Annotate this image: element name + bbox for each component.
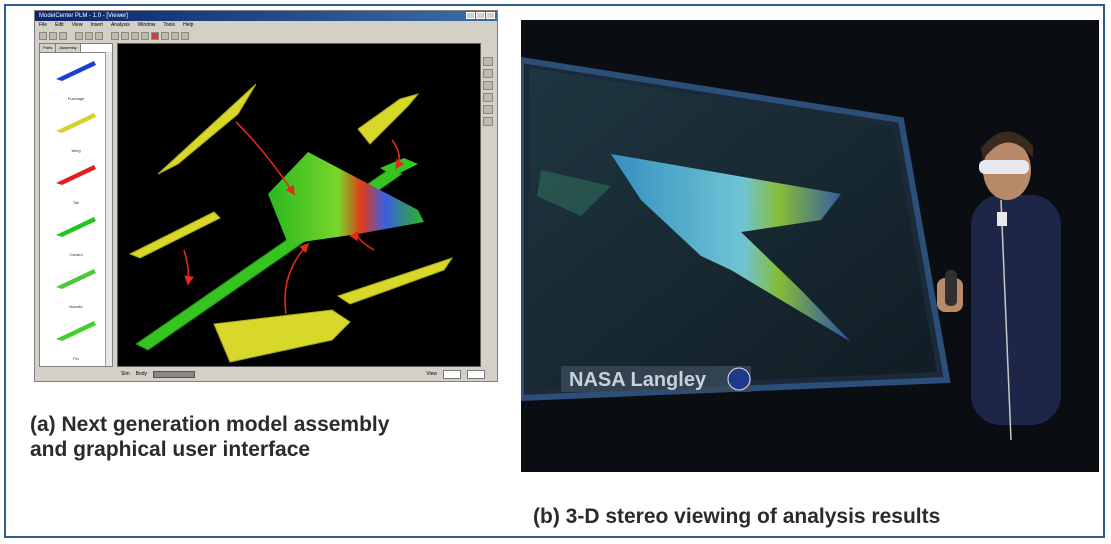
part-shape bbox=[56, 61, 96, 81]
component-label: Fuselage bbox=[67, 96, 85, 101]
view-tools bbox=[483, 57, 495, 126]
menu-window[interactable]: Window bbox=[138, 21, 156, 30]
view-field[interactable] bbox=[443, 369, 461, 379]
sidebar-tabs: Parts Assembly bbox=[40, 44, 112, 53]
3d-viewport[interactable] bbox=[117, 43, 481, 367]
application-window: ModelCenter PLM - 1.0 - [Viewer] File Ed… bbox=[34, 10, 498, 382]
title-bar: ModelCenter PLM - 1.0 - [Viewer] bbox=[35, 11, 497, 21]
menu-help[interactable]: Help bbox=[183, 21, 193, 30]
sidebar-scrollbar[interactable] bbox=[105, 52, 112, 366]
component-label: Tail bbox=[72, 200, 79, 205]
assembly-arrow bbox=[349, 230, 375, 251]
render-icon[interactable] bbox=[161, 31, 169, 40]
part-shape bbox=[56, 113, 96, 133]
status-mid: Body bbox=[135, 371, 148, 377]
assembly-scene bbox=[128, 83, 454, 363]
view-fit-icon[interactable] bbox=[483, 93, 493, 102]
status-right: View bbox=[426, 371, 437, 377]
component-thumbnail[interactable]: Fin bbox=[40, 313, 112, 365]
zoom-field[interactable] bbox=[467, 369, 485, 379]
view-zoom-icon[interactable] bbox=[483, 69, 493, 78]
component-thumbnail[interactable]: Canard bbox=[40, 209, 112, 261]
part-shape bbox=[56, 165, 96, 185]
component-thumbnail[interactable]: Tail bbox=[40, 157, 112, 209]
toolbar-separator bbox=[105, 32, 109, 40]
tab-parts[interactable]: Parts bbox=[40, 44, 57, 52]
shade-icon[interactable] bbox=[181, 31, 189, 40]
menu-view[interactable]: View bbox=[72, 21, 83, 30]
screen-label: NASA Langley bbox=[569, 369, 707, 391]
assembly-arrow bbox=[183, 249, 194, 286]
nacelle-part[interactable] bbox=[213, 309, 351, 363]
toolbar-separator bbox=[69, 32, 73, 40]
window-controls bbox=[466, 12, 495, 19]
menu-tools[interactable]: Tools bbox=[163, 21, 175, 30]
caption-a: (a) Next generation model assembly and g… bbox=[30, 413, 390, 461]
menu-edit[interactable]: Edit bbox=[55, 21, 64, 30]
toolbar bbox=[35, 30, 497, 41]
wing-panel-part[interactable] bbox=[336, 257, 454, 305]
stop-icon[interactable] bbox=[151, 31, 159, 40]
component-label: Nacelle bbox=[69, 304, 83, 309]
tail-cone-part[interactable] bbox=[357, 93, 420, 145]
fit-icon[interactable] bbox=[141, 31, 149, 40]
menu-file[interactable]: File bbox=[39, 21, 47, 30]
component-thumbnail[interactable]: Wing bbox=[40, 105, 112, 157]
nasa-logo-icon bbox=[727, 367, 751, 391]
component-label: Fin bbox=[73, 356, 79, 361]
assembly-arrow bbox=[284, 242, 310, 315]
mesh-icon[interactable] bbox=[171, 31, 179, 40]
component-label: Wing bbox=[71, 148, 81, 153]
status-left: Sim bbox=[121, 371, 130, 377]
save-icon[interactable] bbox=[59, 31, 67, 40]
rotate-icon[interactable] bbox=[111, 31, 119, 40]
view-rotate-icon[interactable] bbox=[483, 57, 493, 66]
close-button[interactable] bbox=[486, 12, 495, 19]
part-shape bbox=[56, 269, 96, 289]
menu-bar: File Edit View Insert Analysis Window To… bbox=[35, 21, 497, 30]
copy-icon[interactable] bbox=[85, 31, 93, 40]
delta-wing-part[interactable] bbox=[157, 83, 257, 175]
menu-insert[interactable]: Insert bbox=[90, 21, 103, 30]
view-top-icon[interactable] bbox=[483, 117, 493, 126]
component-sidebar: Parts Assembly Fuselage Wing Tail Canard Nac… bbox=[39, 43, 113, 367]
component-thumbnail[interactable]: Fuselage bbox=[40, 53, 112, 105]
view-front-icon[interactable] bbox=[483, 105, 493, 114]
new-icon[interactable] bbox=[39, 31, 47, 40]
component-label: Canard bbox=[69, 252, 83, 257]
view-pan-icon[interactable] bbox=[483, 81, 493, 90]
part-shape bbox=[56, 217, 96, 237]
minimize-button[interactable] bbox=[466, 12, 475, 19]
stereo-viewing-photo: NASA Langley bbox=[521, 20, 1099, 472]
cut-icon[interactable] bbox=[75, 31, 83, 40]
photo-scene: NASA Langley bbox=[521, 20, 1099, 472]
status-bar: Sim Body View bbox=[35, 367, 497, 381]
paste-icon[interactable] bbox=[95, 31, 103, 40]
pan-icon[interactable] bbox=[121, 31, 129, 40]
component-list: Fuselage Wing Tail Canard Nacelle Fin bbox=[40, 53, 112, 365]
component-thumbnail[interactable]: Nacelle bbox=[40, 261, 112, 313]
nose-part[interactable] bbox=[128, 211, 221, 259]
timeline-slider[interactable] bbox=[153, 370, 196, 378]
zoom-icon[interactable] bbox=[131, 31, 139, 40]
tab-assembly[interactable]: Assembly bbox=[56, 44, 81, 52]
caption-b: (b) 3-D stereo viewing of analysis resul… bbox=[533, 505, 941, 528]
maximize-button[interactable] bbox=[476, 12, 485, 19]
part-shape bbox=[56, 321, 96, 341]
window-title: ModelCenter PLM - 1.0 - [Viewer] bbox=[39, 13, 128, 19]
menu-analysis[interactable]: Analysis bbox=[111, 21, 130, 30]
open-icon[interactable] bbox=[49, 31, 57, 40]
